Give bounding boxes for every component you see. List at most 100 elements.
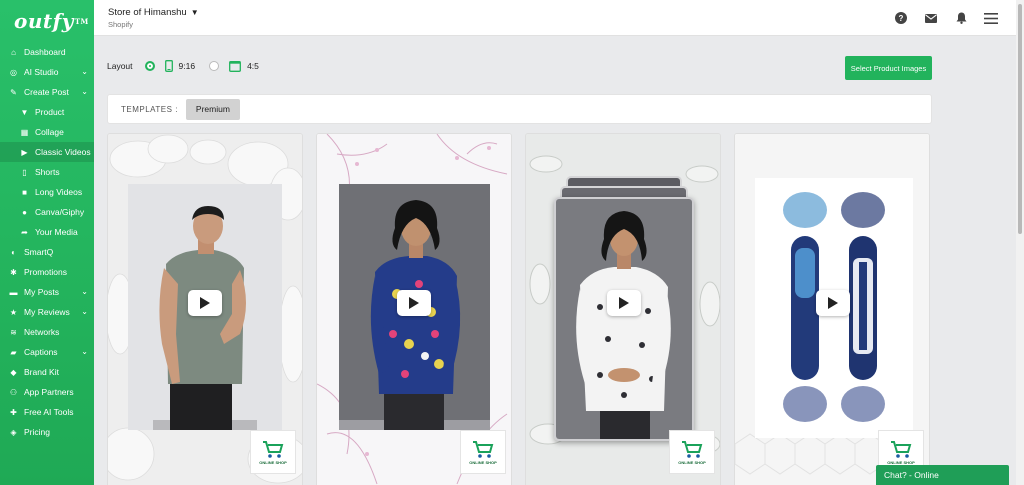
share-icon: ➦ [21, 227, 28, 237]
online-shop-badge: ONLINE SHOP [460, 430, 506, 474]
folder-icon: ▬ [9, 287, 18, 297]
layout-selector: Layout 9:16 4:5 [107, 58, 273, 74]
mail-icon[interactable] [916, 10, 946, 26]
sidebar-item-label: Canva/Giphy [35, 207, 85, 217]
model-white-shirt-image [556, 199, 692, 439]
sidebar-item-canva-giphy[interactable]: ● Canva/Giphy [0, 202, 94, 222]
chat-widget-button[interactable]: Chat? - Online [876, 465, 1009, 485]
sidebar-item-dashboard[interactable]: ⌂ Dashboard [0, 42, 94, 62]
sidebar-item-shorts[interactable]: ▯ Shorts [0, 162, 94, 182]
scrollbar-thumb[interactable] [1018, 4, 1022, 234]
video-icon: ■ [22, 187, 27, 197]
select-product-images-button[interactable]: Select Product Images [845, 56, 932, 80]
store-platform: Shopify [108, 20, 134, 29]
shirt-icon: ▼ [20, 107, 29, 117]
ai-icon: ◎ [10, 67, 17, 77]
sidebar-item-collage[interactable]: ▦ Collage [0, 122, 94, 142]
sidebar-item-your-media[interactable]: ➦ Your Media [0, 222, 94, 242]
play-icon: ▶ [21, 147, 28, 157]
cart-icon [263, 441, 284, 458]
cart-icon [473, 441, 494, 458]
chevron-down-icon[interactable]: ⌄ [81, 287, 88, 296]
sidebar: outfy TM ⌂ Dashboard ◎ AI Studio ⌄ ✎ Create Pos… [0, 0, 94, 485]
portrait-icon [164, 60, 173, 72]
sidebar-item-product[interactable]: ▼ Product [0, 102, 94, 122]
template-card[interactable]: ONLINE SHOP [316, 133, 512, 485]
outfy-logo[interactable]: outfy TM [0, 0, 94, 42]
online-shop-badge: ONLINE SHOP [250, 430, 296, 474]
layout-option-4-5[interactable]: 4:5 [247, 61, 259, 71]
sidebar-item-label: My Posts [24, 287, 59, 297]
sidebar-item-label: Free AI Tools [24, 407, 74, 417]
users-icon: ⚇ [9, 387, 18, 397]
page-scrollbar[interactable] [1016, 0, 1024, 485]
sidebar-item-captions[interactable]: ▰ Captions ⌄ [0, 342, 94, 362]
radio-9-16[interactable] [144, 61, 155, 71]
sidebar-item-label: Pricing [24, 427, 50, 437]
play-button[interactable] [188, 290, 222, 316]
sidebar-item-classic-videos[interactable]: ▶ Classic Videos [0, 142, 94, 162]
sidebar-item-label: AI Studio [24, 67, 59, 77]
logo-text: outfy [14, 9, 74, 33]
store-name: Store of Himanshu [108, 7, 187, 18]
sidebar-item-ai-studio[interactable]: ◎ AI Studio ⌄ [0, 62, 94, 82]
grid-icon: ▦ [20, 127, 29, 137]
play-button[interactable] [607, 290, 641, 316]
video-preview [554, 197, 694, 441]
sidebar-item-my-posts[interactable]: ▬ My Posts ⌄ [0, 282, 94, 302]
sidebar-item-promotions[interactable]: ✱ Promotions [0, 262, 94, 282]
sidebar-item-long-videos[interactable]: ■ Long Videos [0, 182, 94, 202]
online-shop-badge: ONLINE SHOP [669, 430, 715, 474]
template-premium-button[interactable]: Premium [185, 98, 240, 120]
caption-icon: ▰ [10, 347, 17, 357]
badge-text: ONLINE SHOP [259, 460, 287, 465]
template-card[interactable]: ONLINE SHOP [734, 133, 930, 485]
cart-icon [891, 441, 912, 458]
gear-icon: ✱ [10, 267, 17, 277]
play-button[interactable] [816, 290, 850, 316]
sidebar-item-label: Dashboard [24, 47, 66, 57]
logo-tm: TM [74, 16, 89, 26]
store-selector[interactable]: Store of Himanshu ▼ [108, 7, 199, 18]
template-card[interactable]: ONLINE SHOP [107, 133, 303, 485]
sidebar-item-label: SmartQ [24, 247, 54, 257]
sidebar-item-label: My Reviews [24, 307, 70, 317]
chevron-down-icon[interactable]: ⌄ [81, 87, 88, 96]
radio-4-5[interactable] [209, 61, 220, 71]
chevron-down-icon[interactable]: ⌄ [81, 67, 88, 76]
star-icon: ★ [9, 307, 18, 317]
play-icon [828, 297, 838, 309]
play-icon [200, 297, 210, 309]
canva-icon: ● [22, 207, 27, 217]
sidebar-item-networks[interactable]: ≋ Networks [0, 322, 94, 342]
caret-down-icon: ▼ [190, 8, 199, 17]
sidebar-item-pricing[interactable]: ◈ Pricing [0, 422, 94, 442]
badge-text: ONLINE SHOP [678, 460, 706, 465]
dashboard-icon: ⌂ [11, 47, 16, 57]
top-bar: Store of Himanshu ▼ Shopify ? [94, 0, 1016, 36]
sidebar-item-brand-kit[interactable]: ◆ Brand Kit [0, 362, 94, 382]
play-icon [409, 297, 419, 309]
play-button[interactable] [397, 290, 431, 316]
badge-text: ONLINE SHOP [469, 460, 497, 465]
sidebar-item-label: Product [35, 107, 65, 117]
sidebar-item-app-partners[interactable]: ⚇ App Partners [0, 382, 94, 402]
pencil-icon: ✎ [10, 87, 17, 97]
landscape-icon [229, 60, 242, 72]
sidebar-item-label: App Partners [24, 387, 74, 397]
help-icon[interactable]: ? [886, 10, 916, 26]
sidebar-item-label: Brand Kit [24, 367, 59, 377]
sidebar-item-label: Create Post [24, 87, 69, 97]
template-card[interactable]: ONLINE SHOP [525, 133, 721, 485]
header-icons: ? [886, 10, 1006, 26]
sidebar-item-free-ai-tools[interactable]: ✚ Free AI Tools [0, 402, 94, 422]
templates-bar: TEMPLATES : Premium [107, 94, 932, 124]
sidebar-item-create-post[interactable]: ✎ Create Post ⌄ [0, 82, 94, 102]
sidebar-item-smartq[interactable]: ◐ SmartQ [0, 242, 94, 262]
layout-option-9-16[interactable]: 9:16 [179, 61, 196, 71]
chevron-down-icon[interactable]: ⌄ [81, 347, 88, 356]
chevron-down-icon[interactable]: ⌄ [81, 307, 88, 316]
bell-icon[interactable] [946, 10, 976, 26]
sidebar-item-my-reviews[interactable]: ★ My Reviews ⌄ [0, 302, 94, 322]
menu-icon[interactable] [976, 10, 1006, 26]
